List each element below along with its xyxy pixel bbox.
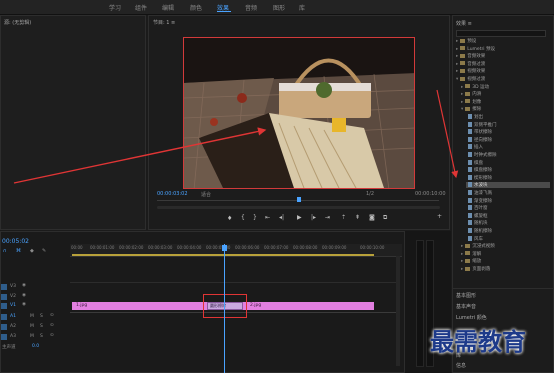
annotation-arrows [13,89,459,184]
arrow-to-effect-item [436,89,459,179]
arrow-to-program-monitor [13,127,267,184]
watermark-logo: 最需教育 [430,327,526,356]
